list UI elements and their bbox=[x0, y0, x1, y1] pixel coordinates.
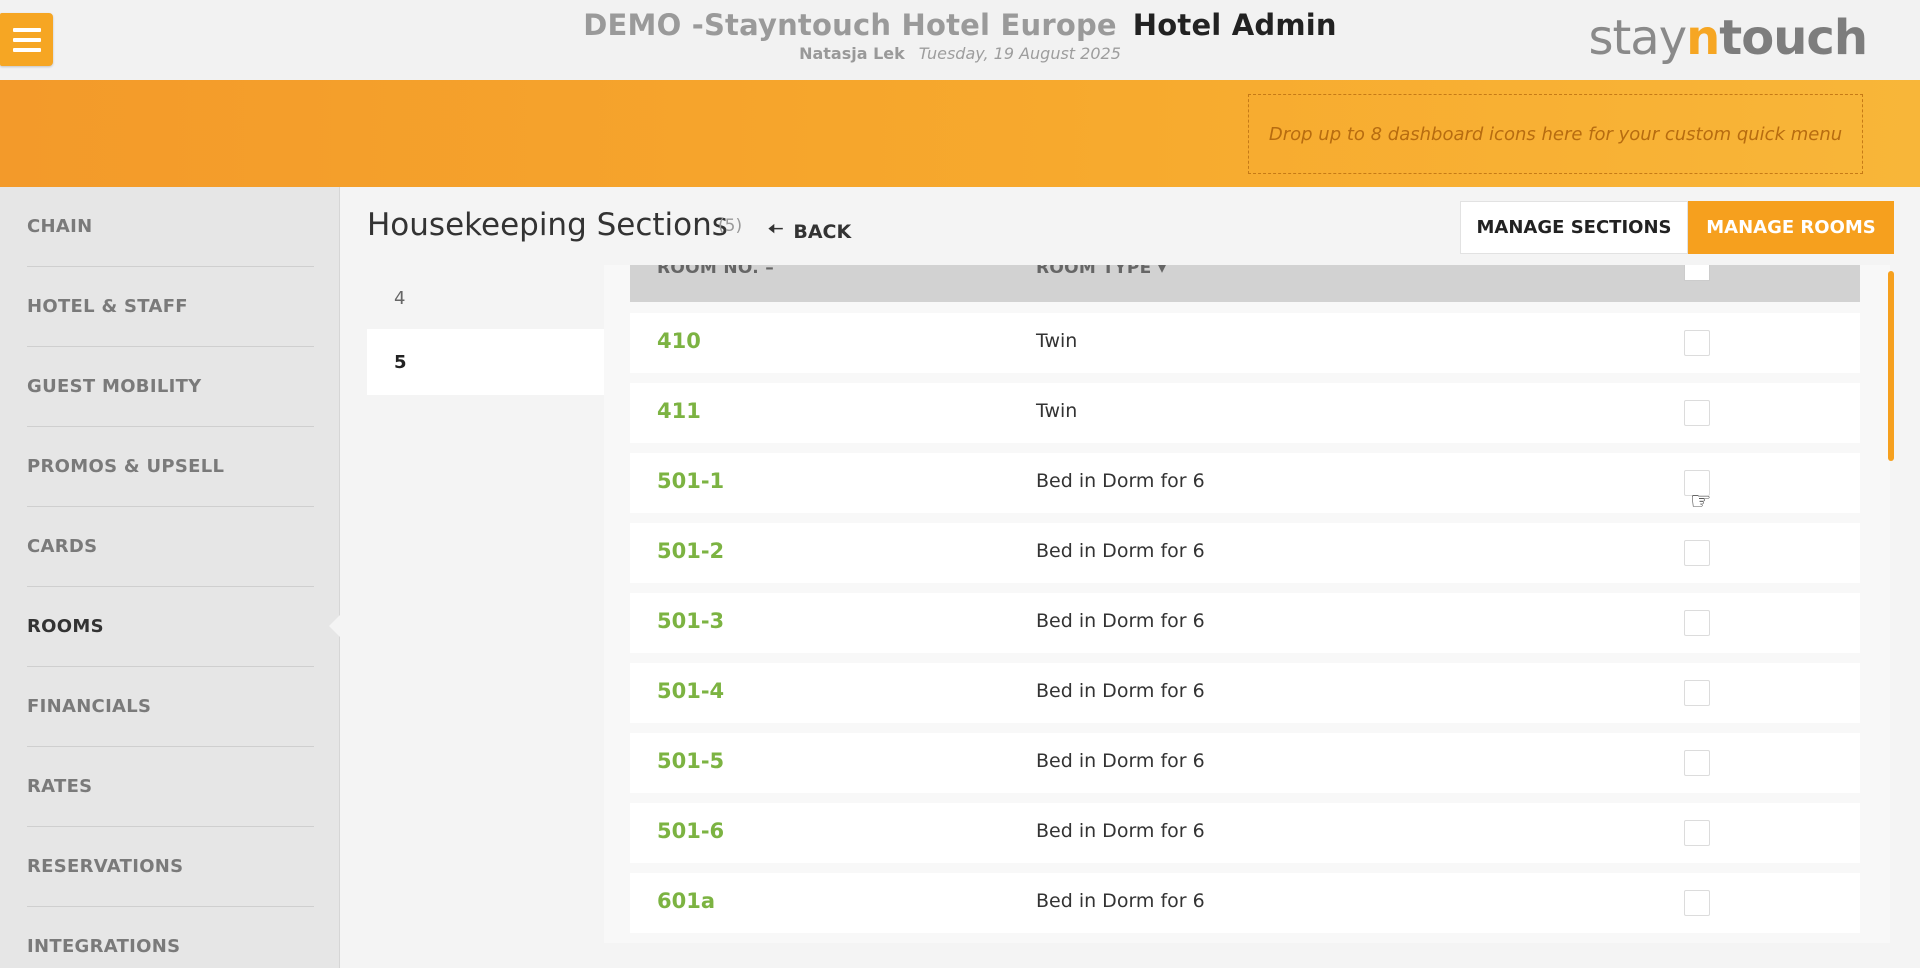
arrow-left-icon: 🠠 bbox=[768, 219, 784, 240]
table-row: 410 Twin bbox=[630, 313, 1860, 373]
room-number-link[interactable]: 411 bbox=[657, 399, 701, 423]
hand-cursor-icon: ☞ bbox=[1690, 487, 1712, 515]
sections-list: 4 5 bbox=[367, 265, 604, 395]
column-header-room-type[interactable]: ROOM TYPE ▾ bbox=[1036, 265, 1167, 277]
room-number-link[interactable]: 501-5 bbox=[657, 749, 724, 773]
quick-menu-dropzone[interactable]: Drop up to 8 dashboard icons here for yo… bbox=[1248, 94, 1863, 174]
table-scrollbar[interactable] bbox=[1888, 271, 1894, 461]
sidebar-item-rooms[interactable]: ROOMS bbox=[27, 587, 314, 667]
sidebar-item-chain[interactable]: CHAIN bbox=[27, 187, 314, 267]
room-type: Bed in Dorm for 6 bbox=[1036, 610, 1205, 632]
room-number-link[interactable]: 501-2 bbox=[657, 539, 724, 563]
sidebar-item-cards[interactable]: CARDS bbox=[27, 507, 314, 587]
back-label: BACK bbox=[793, 221, 852, 243]
sort-icon: – bbox=[765, 265, 775, 278]
table-row: 601a Bed in Dorm for 6 bbox=[630, 873, 1860, 933]
table-row: 501-5 Bed in Dorm for 6 bbox=[630, 733, 1860, 793]
manage-sections-button[interactable]: MANAGE SECTIONS bbox=[1460, 201, 1688, 254]
back-button[interactable]: 🠠 BACK bbox=[768, 217, 851, 247]
row-checkbox[interactable] bbox=[1684, 330, 1710, 356]
room-type: Bed in Dorm for 6 bbox=[1036, 890, 1205, 912]
section-count: (5) bbox=[718, 216, 743, 236]
table-header: ROOM NO. – ROOM TYPE ▾ bbox=[630, 265, 1860, 302]
room-number-link[interactable]: 501-3 bbox=[657, 609, 724, 633]
admin-sidebar: CHAIN HOTEL & STAFF GUEST MOBILITY PROMO… bbox=[0, 187, 340, 968]
sort-icon: ▾ bbox=[1157, 265, 1167, 278]
row-checkbox[interactable] bbox=[1684, 820, 1710, 846]
table-row: 501-6 Bed in Dorm for 6 bbox=[630, 803, 1860, 863]
sidebar-item-guest-mobility[interactable]: GUEST MOBILITY bbox=[27, 347, 314, 427]
page-header: Housekeeping Sections (5) 🠠 BACK MANAGE … bbox=[340, 187, 1920, 265]
active-item-pointer bbox=[329, 614, 341, 638]
page-title: Housekeeping Sections bbox=[367, 207, 728, 243]
sidebar-item-hotel-staff[interactable]: HOTEL & STAFF bbox=[27, 267, 314, 347]
room-type: Twin bbox=[1036, 330, 1078, 352]
section-item-5[interactable]: 5 bbox=[367, 329, 604, 395]
room-number-link[interactable]: 501-1 bbox=[657, 469, 724, 493]
room-type: Bed in Dorm for 6 bbox=[1036, 750, 1205, 772]
row-checkbox[interactable] bbox=[1684, 750, 1710, 776]
sidebar-item-rates[interactable]: RATES bbox=[27, 747, 314, 827]
table-row: 501-1 Bed in Dorm for 6 bbox=[630, 453, 1860, 513]
room-type: Bed in Dorm for 6 bbox=[1036, 470, 1205, 492]
row-checkbox[interactable] bbox=[1684, 400, 1710, 426]
current-date: Tuesday, 19 August 2025 bbox=[918, 44, 1121, 63]
section-item-4[interactable]: 4 bbox=[367, 265, 604, 331]
room-type: Twin bbox=[1036, 400, 1078, 422]
user-name: Natasja Lek bbox=[799, 44, 905, 63]
room-number-link[interactable]: 601a bbox=[657, 889, 715, 913]
select-all-checkbox[interactable] bbox=[1684, 265, 1710, 281]
row-checkbox[interactable] bbox=[1684, 540, 1710, 566]
hotel-name: DEMO -Stayntouch Hotel Europe bbox=[583, 8, 1117, 42]
stayntouch-logo: stayntouch bbox=[1588, 10, 1868, 66]
room-type: Bed in Dorm for 6 bbox=[1036, 820, 1205, 842]
room-number-link[interactable]: 410 bbox=[657, 329, 701, 353]
column-header-room-no[interactable]: ROOM NO. – bbox=[657, 265, 774, 277]
sidebar-item-financials[interactable]: FINANCIALS bbox=[27, 667, 314, 747]
room-number-link[interactable]: 501-4 bbox=[657, 679, 724, 703]
rooms-table: ROOM NO. – ROOM TYPE ▾ 410 Twin 411 Twin… bbox=[604, 265, 1890, 943]
room-type: Bed in Dorm for 6 bbox=[1036, 680, 1205, 702]
room-type: Bed in Dorm for 6 bbox=[1036, 540, 1205, 562]
room-number-link[interactable]: 501-6 bbox=[657, 819, 724, 843]
sidebar-item-reservations[interactable]: RESERVATIONS bbox=[27, 827, 314, 907]
sidebar-item-promos-upsell[interactable]: PROMOS & UPSELL bbox=[27, 427, 314, 507]
table-row: 501-2 Bed in Dorm for 6 bbox=[630, 523, 1860, 583]
quick-menu-banner: Drop up to 8 dashboard icons here for yo… bbox=[0, 80, 1920, 187]
sidebar-item-integrations[interactable]: INTEGRATIONS bbox=[27, 907, 314, 968]
logo-text-n: n bbox=[1686, 10, 1720, 66]
app-name: Hotel Admin bbox=[1132, 8, 1337, 42]
table-row: 411 Twin bbox=[630, 383, 1860, 443]
table-row: 501-3 Bed in Dorm for 6 bbox=[630, 593, 1860, 653]
table-row: 501-4 Bed in Dorm for 6 bbox=[630, 663, 1860, 723]
logo-text-touch: touch bbox=[1719, 10, 1868, 66]
row-checkbox[interactable] bbox=[1684, 610, 1710, 636]
manage-rooms-button[interactable]: MANAGE ROOMS bbox=[1688, 201, 1894, 254]
row-checkbox[interactable] bbox=[1684, 890, 1710, 916]
logo-text-stay: stay bbox=[1588, 10, 1687, 66]
top-header: DEMO -Stayntouch Hotel Europe Hotel Admin… bbox=[0, 0, 1920, 80]
row-checkbox[interactable] bbox=[1684, 680, 1710, 706]
